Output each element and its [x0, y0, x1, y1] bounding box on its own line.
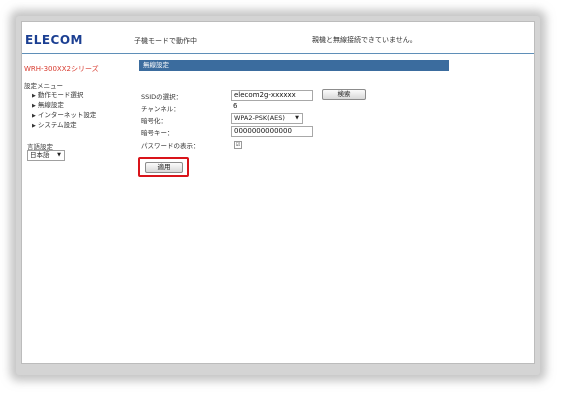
language-value: 日本語: [30, 151, 50, 159]
triangle-right-icon: ▶: [32, 123, 36, 129]
product-series-title: WRH-300XX2シリーズ: [24, 65, 99, 73]
encryption-select[interactable]: WPA2-PSK(AES) ▼: [231, 113, 303, 124]
sidebar-item-wireless[interactable]: ▶ 無線設定: [32, 99, 64, 109]
sidebar-item-label: 動作モード選択: [37, 91, 84, 99]
sidebar-item-label: システム設定: [37, 121, 77, 129]
elecom-logo: ELECOM: [25, 33, 83, 47]
show-password-label: パスワードの表示：: [141, 142, 200, 150]
channel-value: 6: [233, 102, 238, 110]
show-password-checkbox[interactable]: ☑: [234, 141, 242, 149]
ssid-input[interactable]: elecom2g-xxxxxx: [231, 90, 313, 101]
router-settings-window: ELECOM 子機モードで動作中 親機と無線接続できていません。 WRH-300…: [21, 21, 535, 364]
operation-mode-text: 子機モードで動作中: [134, 37, 197, 45]
channel-label: チャンネル：: [141, 105, 180, 113]
search-button[interactable]: 検索: [322, 89, 366, 100]
header: ELECOM 子機モードで動作中 親機と無線接続できていません。: [22, 22, 534, 54]
encryption-key-label: 暗号キー：: [141, 129, 174, 137]
apply-button-highlight: [138, 157, 189, 177]
sidebar-item-label: 無線設定: [37, 101, 64, 109]
encryption-key-input[interactable]: 0000000000000: [231, 126, 313, 137]
sidebar-item-operation-mode[interactable]: ▶ 動作モード選択: [32, 89, 83, 99]
header-divider: [22, 53, 534, 54]
chevron-down-icon: ▼: [57, 152, 61, 158]
connection-status-text: 親機と無線接続できていません。: [312, 36, 417, 44]
encryption-label: 暗号化：: [141, 117, 167, 125]
sidebar-item-system[interactable]: ▶ システム設定: [32, 119, 77, 129]
language-select[interactable]: 日本語 ▼: [27, 150, 65, 161]
section-title-bar: 無線設定: [139, 60, 449, 71]
encryption-value: WPA2-PSK(AES): [234, 114, 285, 122]
chevron-down-icon: ▼: [295, 115, 299, 121]
ssid-label: SSIDの選択：: [141, 93, 183, 101]
sidebar-item-label: インターネット設定: [37, 111, 97, 119]
sidebar-item-internet[interactable]: ▶ インターネット設定: [32, 109, 96, 119]
